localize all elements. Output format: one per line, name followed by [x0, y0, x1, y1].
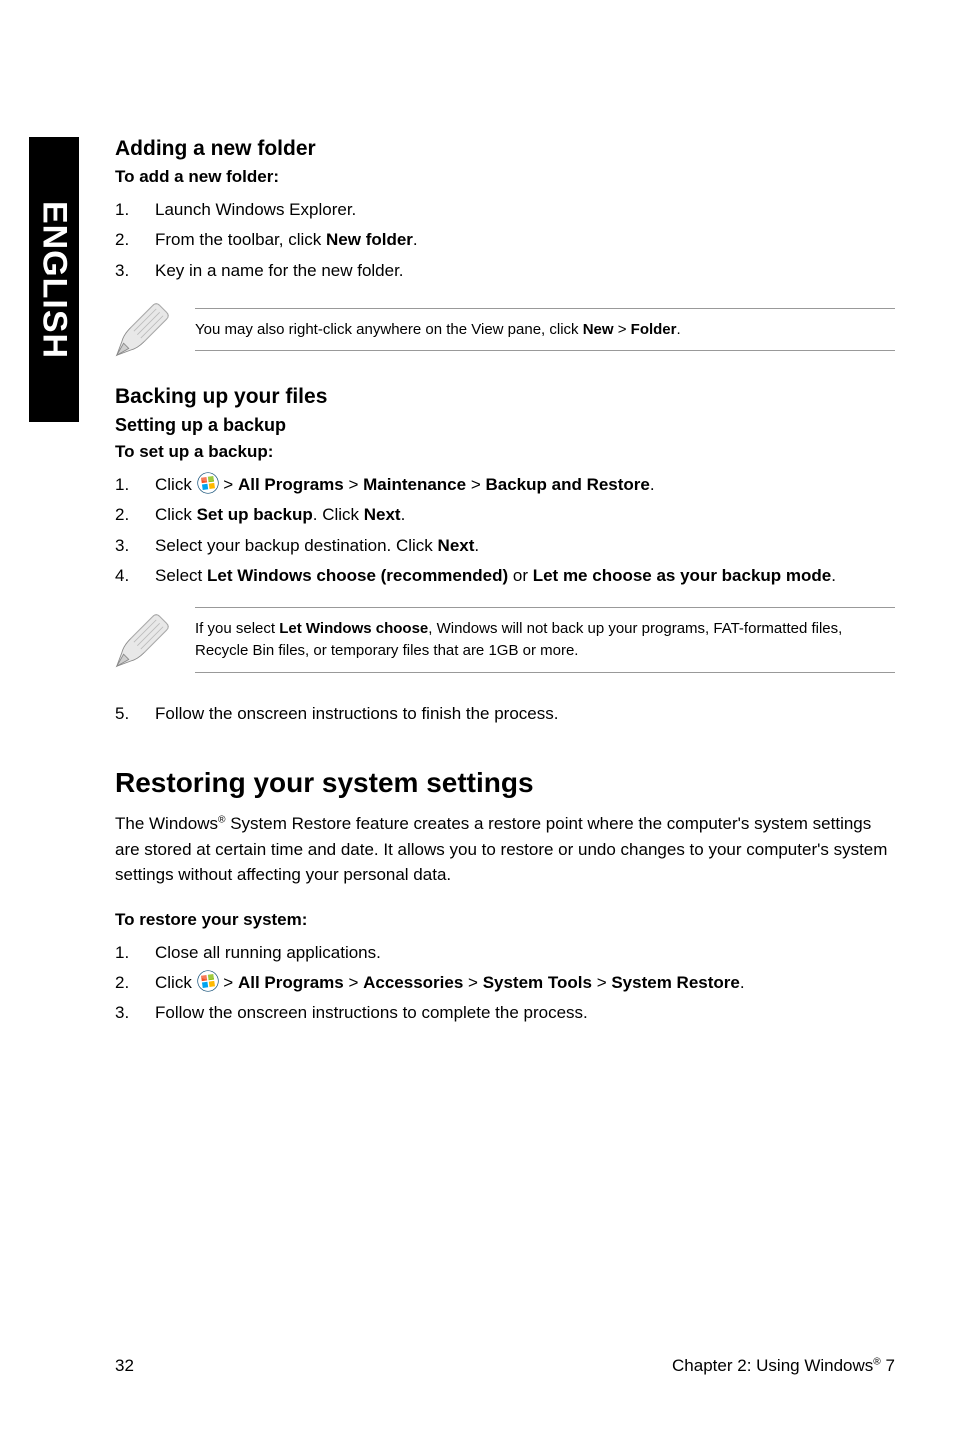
heading-restoring: Restoring your system settings — [115, 767, 895, 799]
bold-system-restore: System Restore — [611, 973, 740, 992]
note-add-folder: You may also right-click anywhere on the… — [115, 302, 895, 357]
steps-add-folder: Launch Windows Explorer. From the toolba… — [115, 197, 895, 284]
pencil-icon — [115, 613, 170, 668]
chapter-label: Chapter 2: Using Windows® 7 — [672, 1356, 895, 1376]
text: Click — [155, 475, 197, 494]
bold-backup-restore: Backup and Restore — [485, 475, 649, 494]
restoring-body: The Windows® System Restore feature crea… — [115, 811, 895, 888]
bold-next: Next — [364, 505, 401, 524]
windows-start-icon — [197, 472, 219, 494]
text: . Click — [313, 505, 364, 524]
text: > — [463, 973, 482, 992]
lead-backup: To set up a backup: — [115, 442, 895, 462]
step-backup-3: Select your backup destination. Click Ne… — [115, 533, 895, 559]
text: From the toolbar, click — [155, 230, 326, 249]
step-add-3: Key in a name for the new folder. — [115, 258, 895, 284]
step-backup-4: Select Let Windows choose (recommended) … — [115, 563, 895, 589]
bold-next2: Next — [438, 536, 475, 555]
bold-all-programs: All Programs — [238, 973, 344, 992]
text: System Restore feature creates a restore… — [115, 814, 887, 884]
text: . — [677, 321, 681, 338]
language-tab: ENGLISH — [29, 137, 79, 422]
bold-set-up-backup: Set up backup — [197, 505, 313, 524]
text: or — [508, 566, 533, 585]
bold-accessories: Accessories — [363, 973, 463, 992]
text: > — [219, 973, 238, 992]
language-tab-label: ENGLISH — [35, 200, 74, 358]
step-restore-3: Follow the onscreen instructions to comp… — [115, 1000, 895, 1026]
steps-restore: Close all running applications. Click > … — [115, 940, 895, 1027]
step-backup-2: Click Set up backup. Click Next. — [115, 502, 895, 528]
steps-backup: Click > All Programs > Maintenance > Bac… — [115, 472, 895, 589]
subheading-setting-up: Setting up a backup — [115, 415, 895, 436]
registered-mark: ® — [218, 815, 226, 826]
bold-new: New — [583, 321, 614, 338]
steps-backup-cont: Follow the onscreen instructions to fini… — [115, 701, 895, 727]
lead-restore: To restore your system: — [115, 910, 895, 930]
text: The Windows — [115, 814, 218, 833]
step-backup-1: Click > All Programs > Maintenance > Bac… — [115, 472, 895, 498]
text: Click — [155, 973, 197, 992]
text: Select — [155, 566, 207, 585]
step-restore-2: Click > All Programs > Accessories > Sys… — [115, 970, 895, 996]
text: . — [413, 230, 418, 249]
heading-adding-folder: Adding a new folder — [115, 137, 895, 161]
lead-add-folder: To add a new folder: — [115, 167, 895, 187]
text: . — [401, 505, 406, 524]
text: If you select — [195, 620, 279, 637]
bold-system-tools: System Tools — [483, 973, 592, 992]
step-restore-1: Close all running applications. — [115, 940, 895, 966]
text: > — [219, 475, 238, 494]
text: . — [650, 475, 655, 494]
text: > — [592, 973, 611, 992]
bold-new-folder: New folder — [326, 230, 413, 249]
note-text: If you select Let Windows choose, Window… — [195, 607, 895, 673]
text: You may also right-click anywhere on the… — [195, 321, 583, 338]
windows-start-icon — [197, 970, 219, 992]
pencil-icon — [115, 302, 170, 357]
text: . — [740, 973, 745, 992]
note-backup: If you select Let Windows choose, Window… — [115, 607, 895, 673]
text: 7 — [881, 1356, 895, 1375]
step-add-2: From the toolbar, click New folder. — [115, 227, 895, 253]
text: Click — [155, 505, 197, 524]
text: . — [831, 566, 836, 585]
registered-mark: ® — [873, 1356, 881, 1367]
text: Select your backup destination. Click — [155, 536, 438, 555]
text: . — [474, 536, 479, 555]
text: > — [344, 973, 363, 992]
step-backup-5: Follow the onscreen instructions to fini… — [115, 701, 895, 727]
bold-folder: Folder — [631, 321, 677, 338]
note-text: You may also right-click anywhere on the… — [195, 308, 895, 352]
heading-backup: Backing up your files — [115, 385, 895, 409]
text: > — [614, 321, 631, 338]
bold-maintenance: Maintenance — [363, 475, 466, 494]
page-number: 32 — [115, 1356, 134, 1376]
text: Chapter 2: Using Windows — [672, 1356, 873, 1375]
step-add-1: Launch Windows Explorer. — [115, 197, 895, 223]
page-footer: 32 Chapter 2: Using Windows® 7 — [115, 1356, 895, 1376]
main-content: Adding a new folder To add a new folder:… — [115, 137, 895, 1039]
bold-let-windows-choose: Let Windows choose (recommended) — [207, 566, 508, 585]
bold-let-windows-choose2: Let Windows choose — [279, 620, 428, 637]
text: > — [344, 475, 363, 494]
bold-let-me-choose: Let me choose as your backup mode — [533, 566, 832, 585]
bold-all-programs: All Programs — [238, 475, 344, 494]
text: > — [466, 475, 485, 494]
